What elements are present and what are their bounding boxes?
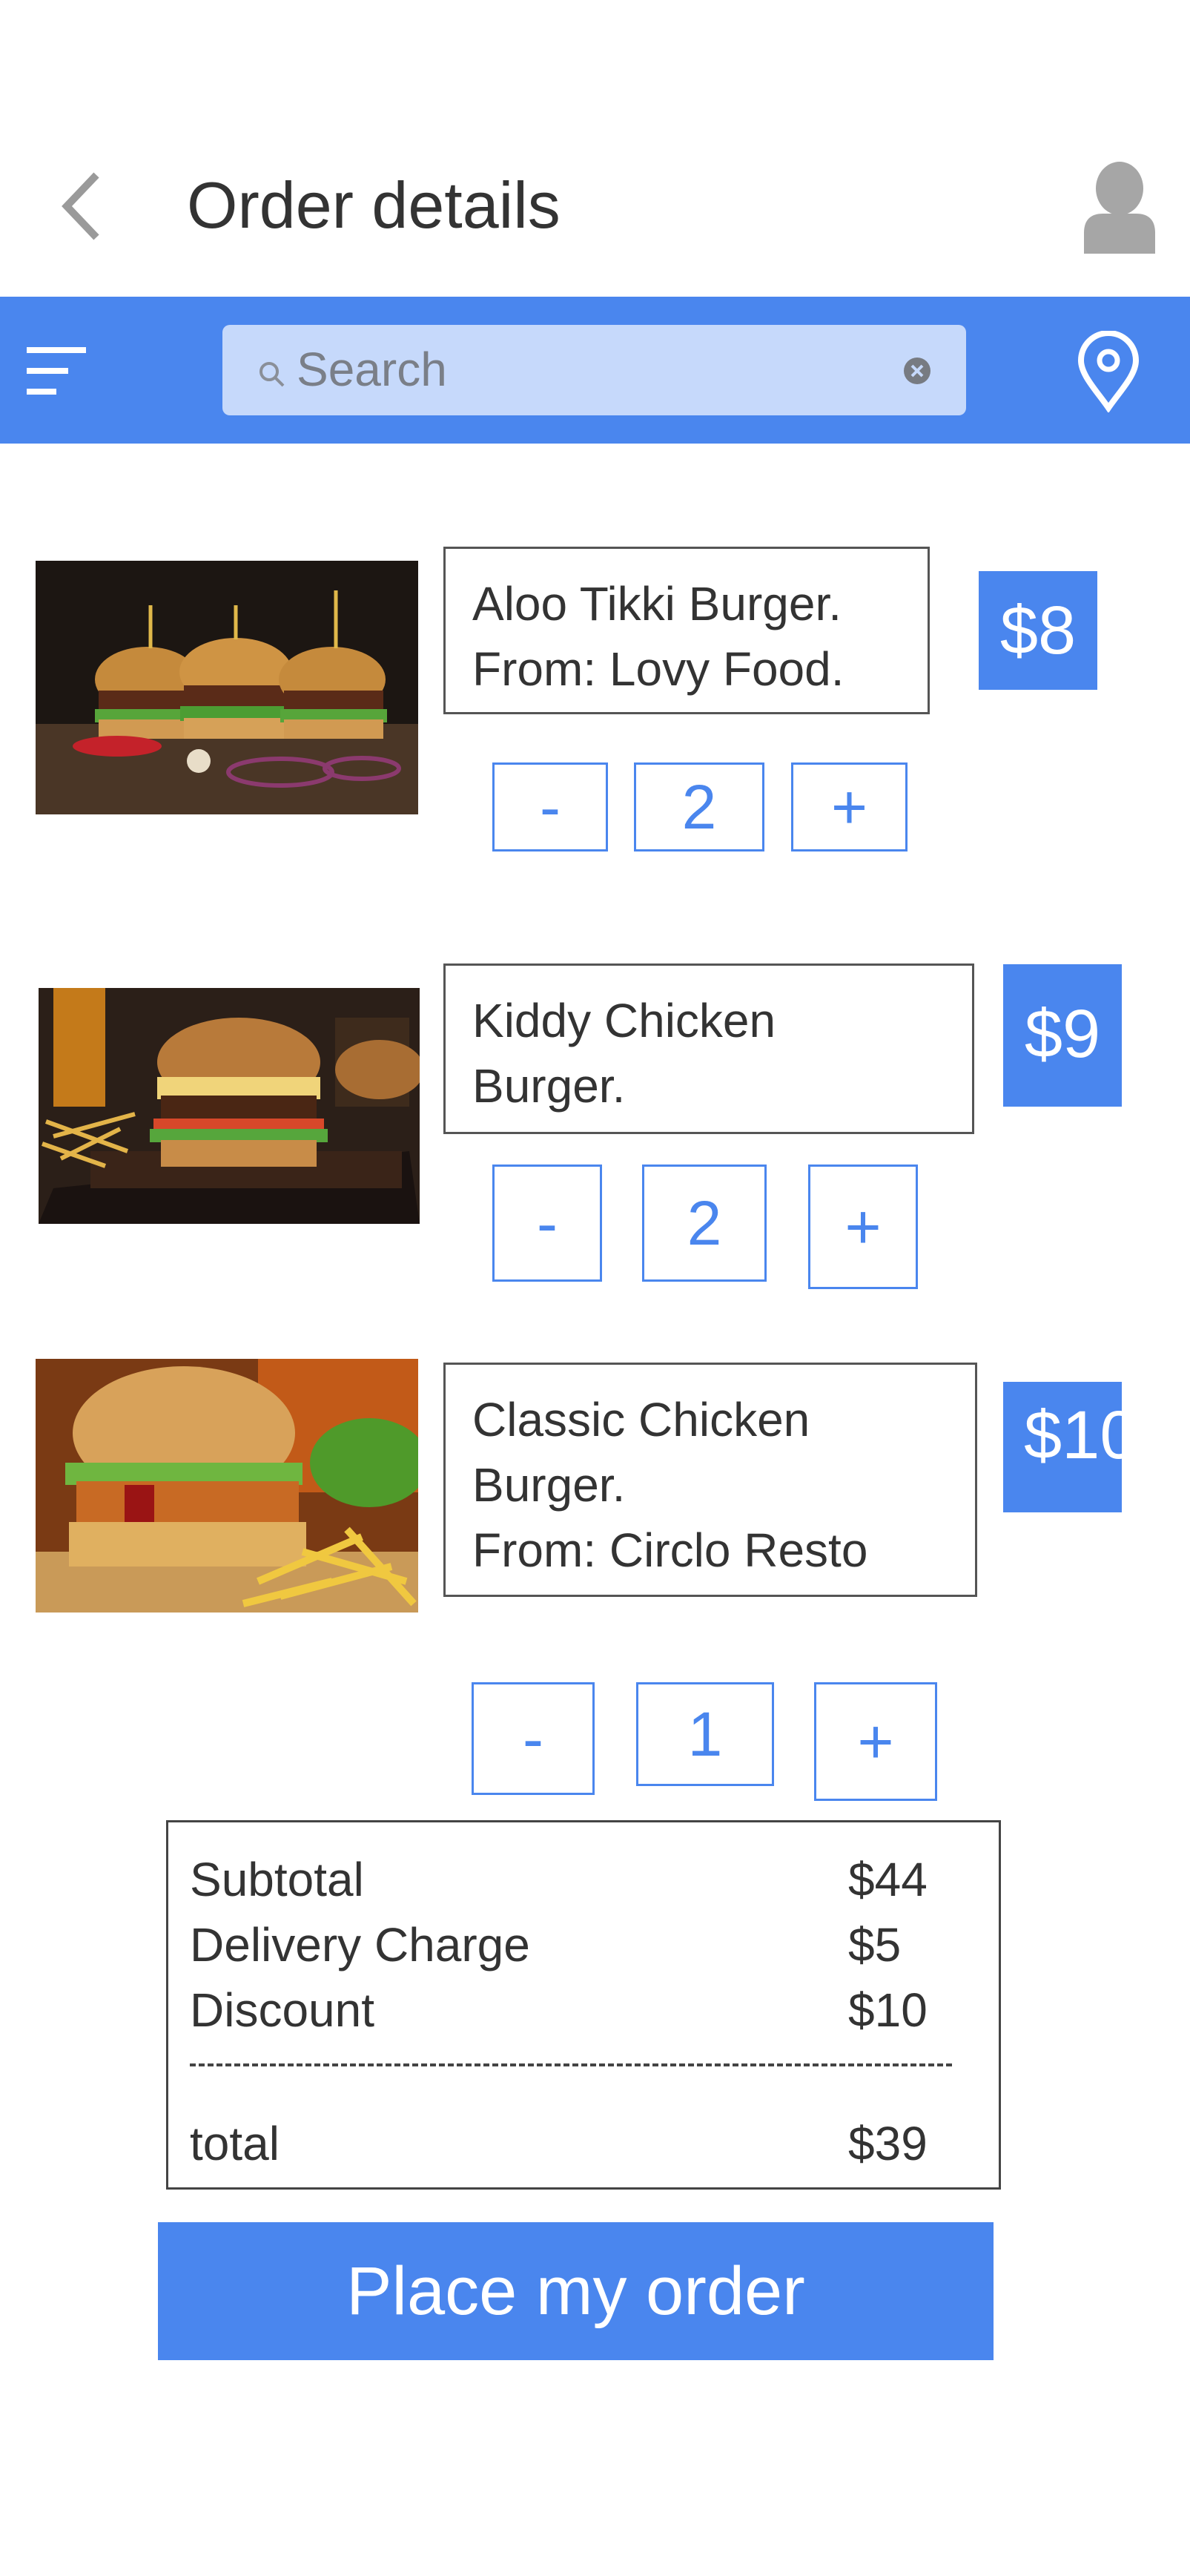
search-input[interactable]: [297, 332, 890, 406]
avatar-user-icon[interactable]: [1081, 162, 1158, 254]
decrease-qty-button-3[interactable]: -: [472, 1682, 595, 1795]
decrease-qty-button-2[interactable]: -: [492, 1165, 602, 1282]
search-icon: [257, 359, 286, 389]
burger-image-3: [36, 1359, 418, 1613]
place-order-button[interactable]: Place my order: [158, 2222, 994, 2360]
discount-value: $10: [848, 1983, 928, 2037]
total-value: $39: [848, 2117, 928, 2170]
discount-label: Discount: [190, 1983, 374, 2037]
item-name-2: Kiddy Chicken Burger.: [443, 963, 974, 1134]
delivery-charge-label: Delivery Charge: [190, 1918, 530, 1971]
qty-value-3: 1: [636, 1682, 774, 1786]
delivery-charge-value: $5: [848, 1918, 902, 1971]
item-price-3: $10: [1003, 1382, 1122, 1512]
back-chevron-icon[interactable]: [53, 169, 113, 243]
page-title: Order details: [187, 168, 561, 242]
item-price-2: $9: [1003, 964, 1122, 1107]
increase-qty-button-1[interactable]: +: [791, 762, 908, 851]
increase-qty-button-2[interactable]: +: [808, 1165, 918, 1289]
total-label: total: [190, 2117, 280, 2170]
qty-value-1: 2: [634, 762, 764, 851]
item-price-1: $8: [979, 571, 1097, 690]
item-name-1: Aloo Tikki Burger. From: Lovy Food.: [443, 547, 930, 714]
burger-image-1: [36, 561, 418, 814]
decrease-qty-button-1[interactable]: -: [492, 762, 608, 851]
qty-value-2: 2: [642, 1165, 767, 1282]
location-pin-icon[interactable]: [1075, 330, 1142, 414]
clear-icon[interactable]: [903, 357, 931, 385]
subtotal-value: $44: [848, 1853, 928, 1906]
burger-image-2: [39, 988, 420, 1224]
hamburger-icon[interactable]: [27, 344, 89, 398]
summary-divider: [190, 2063, 952, 2066]
increase-qty-button-3[interactable]: +: [814, 1682, 937, 1801]
item-name-3: Classic Chicken Burger. From: Circlo Res…: [443, 1363, 977, 1597]
subtotal-label: Subtotal: [190, 1853, 364, 1906]
